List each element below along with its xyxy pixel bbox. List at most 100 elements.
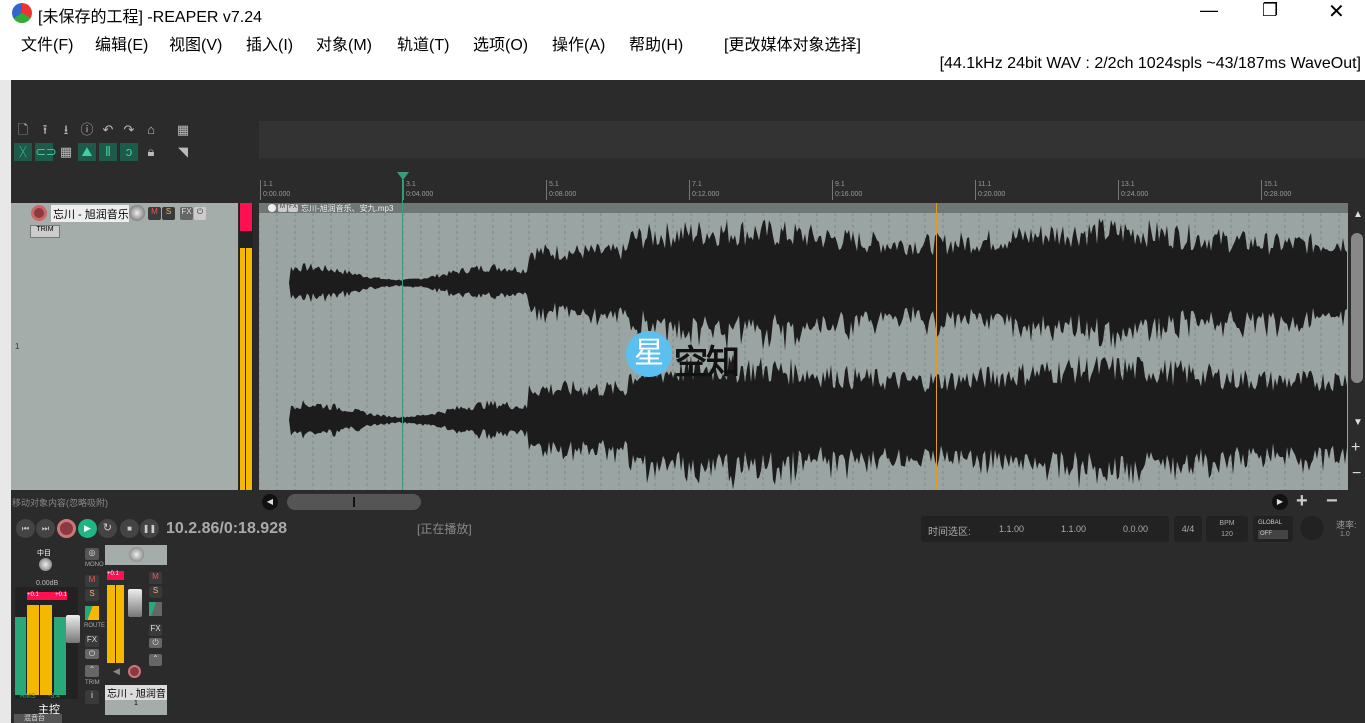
ruler-marker[interactable]: 1.10:00.000 (260, 180, 290, 200)
snap-icon[interactable]: ↄ (120, 143, 138, 161)
undo-icon[interactable]: ↶ (99, 121, 117, 139)
track-header[interactable]: 忘川 - 旭润音乐 M S FX ⏻ TRIM (27, 203, 238, 490)
ruler-marker[interactable]: 15.10:28.000 (1261, 180, 1291, 200)
arrange-view[interactable]: M FX 忘川-旭润音乐、安九.mp3 星 空知 (259, 203, 1348, 490)
minimize-button[interactable]: — (1200, 0, 1218, 21)
volume-knob[interactable] (129, 205, 145, 221)
speaker-icon[interactable]: ◀ (113, 666, 120, 677)
rate-knob[interactable] (1300, 516, 1324, 540)
track-name[interactable]: 忘川 - 旭润音乐 (51, 205, 129, 222)
menu-actions[interactable]: 操作(A) (552, 31, 605, 55)
master-volume: 0.00dB (36, 580, 58, 587)
link-icon[interactable]: ⊂⊃ (35, 143, 53, 161)
track-solo-button[interactable]: S (149, 586, 162, 598)
maximize-button[interactable]: ❐ (1262, 0, 1278, 21)
scroll-left-button[interactable]: ◀ (262, 494, 278, 510)
new-project-icon[interactable]: 🗋 (14, 121, 32, 139)
ruler-marker[interactable]: 11.10:20.000 (975, 180, 1005, 200)
track-fx-button[interactable]: FX (149, 624, 162, 636)
master-fx-button[interactable]: FX (85, 635, 99, 647)
menu-insert[interactable]: 插入(I) (246, 31, 293, 55)
stop-button[interactable]: ■ (120, 519, 139, 538)
master-fx-bypass-icon[interactable]: ⏻ (85, 649, 99, 659)
item-fx-button[interactable]: FX (288, 204, 298, 212)
record-button[interactable] (57, 519, 76, 538)
menu-track[interactable]: 轨道(T) (397, 31, 449, 55)
repeat-button[interactable]: ↻ (98, 519, 117, 538)
menu-selection-hint: [更改媒体对象选择] (724, 31, 861, 55)
item-mute-button[interactable]: M (278, 204, 287, 212)
selection-length[interactable]: 0.0.00 (1123, 524, 1148, 534)
track-fader[interactable] (128, 589, 142, 617)
master-info-icon[interactable]: i (85, 690, 99, 704)
master-pan-knob[interactable] (39, 558, 52, 571)
timeline-ruler[interactable]: 1.10:00.000 3.10:04.000 5.10:08.000 7.10:12… (259, 172, 1349, 200)
bpm-display[interactable]: BPM120 (1206, 516, 1248, 542)
time-signature[interactable]: 4/4 (1174, 516, 1202, 542)
record-arm-button[interactable] (31, 205, 47, 221)
grid-icon[interactable]: ▦ (57, 143, 75, 161)
grid-box-icon[interactable]: ▦ (174, 121, 192, 139)
go-start-button[interactable]: ⏮ (16, 519, 35, 538)
play-button[interactable]: ▶ (78, 519, 97, 538)
solo-button[interactable]: S (162, 207, 175, 220)
ruler-marker[interactable]: 7.10:12.000 (689, 180, 719, 200)
item-lock-icon[interactable] (268, 204, 276, 212)
mute-button[interactable]: M (148, 207, 161, 220)
metronome-icon[interactable]: ⌂ (142, 121, 160, 139)
fx-button[interactable]: FX (180, 207, 193, 220)
fx-bypass-icon[interactable]: ⏻ (194, 207, 206, 220)
master-mute-button[interactable]: M (85, 575, 99, 587)
pause-button[interactable]: ❚❚ (140, 519, 159, 538)
position-display[interactable]: 10.2.86/0:18.928 (166, 520, 287, 538)
selection-start[interactable]: 1.1.00 (999, 524, 1024, 534)
ruler-marker[interactable]: 5.10:08.000 (546, 180, 576, 200)
menu-file[interactable]: 文件(F) (21, 31, 73, 55)
mixer-dock-tab[interactable]: 混音台 (14, 714, 62, 723)
info-icon[interactable]: ⓘ (78, 121, 96, 139)
zoom-in-icon[interactable]: + (1296, 490, 1308, 513)
master-solo-button[interactable]: S (85, 589, 99, 601)
media-item-header[interactable] (259, 203, 1348, 213)
lock-icon[interactable]: 🔒︎ (142, 143, 160, 161)
ruler-marker[interactable]: 9.10:16.000 (832, 180, 862, 200)
route-icon[interactable] (85, 606, 99, 620)
menu-help[interactable]: 帮助(H) (629, 31, 683, 55)
waveform[interactable] (259, 213, 1348, 490)
ruler-marker[interactable]: 13.10:24.000 (1118, 180, 1148, 200)
track-fx-bypass-icon[interactable]: ⏻ (149, 638, 162, 648)
ruler-time: 0:20.000 (978, 190, 1005, 200)
global-automation[interactable]: GLOBALOFF (1253, 516, 1293, 542)
track-envelope-icon[interactable]: ⌃ (149, 654, 162, 666)
playhead-marker-icon[interactable] (397, 172, 409, 180)
save-project-icon[interactable]: ⭳ (57, 121, 75, 139)
zoom-out-icon[interactable]: − (1326, 490, 1338, 513)
menu-view[interactable]: 视图(V) (169, 31, 222, 55)
open-project-icon[interactable]: ⭱ (36, 121, 54, 139)
go-end-button[interactable]: ⏭ (36, 519, 55, 538)
close-button[interactable]: ✕ (1328, 0, 1345, 24)
master-envelope-icon[interactable]: ⌃ (85, 665, 99, 677)
snap-grid-icon[interactable]: ⦀ (99, 143, 117, 161)
track-mute-button[interactable]: M (149, 572, 162, 584)
envelope-link-icon[interactable]: ⛰ (78, 143, 96, 161)
crossfade-icon[interactable]: ◥ (174, 143, 192, 161)
track-pan-knob[interactable] (129, 547, 144, 562)
ruler-time: 0:12.000 (692, 190, 719, 200)
selection-end[interactable]: 1.1.00 (1061, 524, 1086, 534)
trim-button[interactable]: TRIM (30, 225, 60, 238)
mono-button[interactable]: ◎ (85, 548, 99, 560)
menu-item[interactable]: 对象(M) (316, 31, 372, 55)
ruler-marker[interactable]: 3.10:04.000 (403, 180, 433, 200)
redo-icon[interactable]: ↷ (120, 121, 138, 139)
track-route-icon[interactable] (149, 602, 162, 616)
mixer-track-name[interactable]: 忘川 - 旭润音 (105, 685, 167, 700)
menu-edit[interactable]: 编辑(E) (95, 31, 148, 55)
master-fader[interactable] (66, 615, 80, 643)
horizontal-scrollbar[interactable] (287, 494, 421, 510)
vertical-scrollbar[interactable]: ▲ ▼ + − (1349, 203, 1365, 490)
play-small-button[interactable]: ▶ (1272, 494, 1288, 510)
ripple-edit-icon[interactable]: ᚷ (14, 143, 32, 161)
track-record-arm-button[interactable] (128, 665, 141, 678)
menu-options[interactable]: 选项(O) (473, 31, 528, 55)
